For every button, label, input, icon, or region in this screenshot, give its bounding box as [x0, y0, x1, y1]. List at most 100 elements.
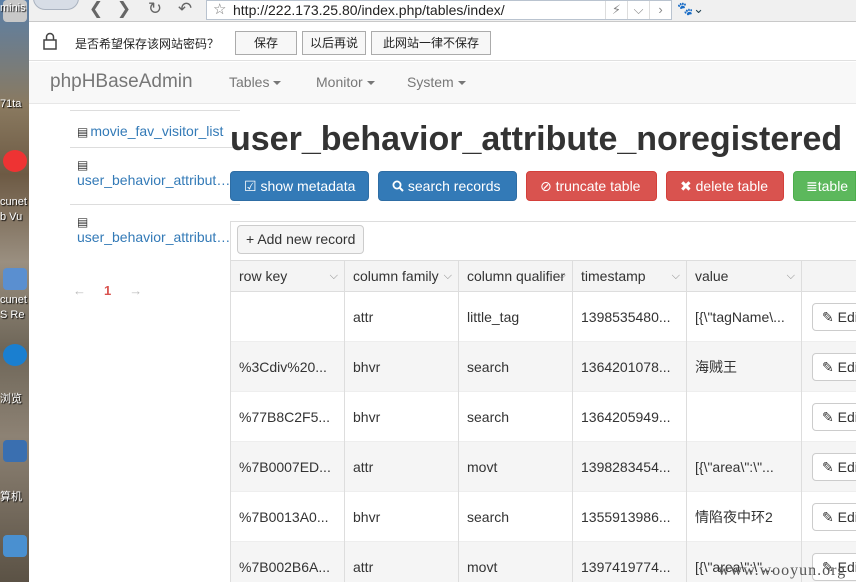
search-engine-icon[interactable]: 🐾⌄ [677, 1, 707, 19]
table-icon: ▤ [77, 215, 89, 229]
save-password-prompt: 是否希望保存该网站密码？ [75, 37, 220, 51]
later-button[interactable]: 以后再说 [302, 31, 366, 55]
forward-icon[interactable]: ❯ [113, 0, 135, 20]
table-link[interactable]: movie_fav_visitor_list [90, 123, 223, 139]
truncate-table-button[interactable]: ⊘ truncate table [526, 171, 657, 201]
desktop-background: minis 71ta cunet b Vu cunet S Re 浏览 算机 [0, 0, 29, 582]
computer-icon[interactable] [3, 440, 27, 462]
cell-family: attr [345, 542, 459, 582]
star-icon[interactable]: ☆ [213, 1, 226, 19]
desktop-label: 浏览 [0, 393, 22, 405]
header-row-key[interactable]: row key ⌵ [231, 261, 345, 292]
app-navbar: phpHBaseAdmin Tables Monitor System [29, 62, 856, 104]
table-icon: ▤ [77, 125, 89, 139]
cell-timestamp: 1397419774... [573, 542, 687, 582]
header-value[interactable]: value ⌵ [687, 261, 802, 292]
table-link[interactable]: user_behavior_attribute_registered [77, 229, 237, 245]
cell-row-key: %7B002B6A... [231, 542, 345, 582]
search-records-button[interactable]: search records [378, 171, 517, 201]
url-tools: ⚡ ⌵ › [605, 1, 671, 19]
show-metadata-button[interactable]: ☑ show metadata [230, 171, 369, 201]
cell-timestamp: 1398535480... [573, 292, 687, 342]
header-timestamp[interactable]: timestamp ⌵ [573, 261, 687, 292]
desktop-label: S Re [0, 309, 25, 321]
cell-timestamp: 1355913986... [573, 492, 687, 542]
header-actions [802, 261, 856, 292]
cell-timestamp: 1364205949... [573, 392, 687, 442]
back-icon[interactable]: ❮ [85, 0, 107, 20]
lightning-icon[interactable]: ⚡ [605, 1, 627, 19]
desktop-label: cunet [0, 294, 27, 306]
table-row[interactable]: %3Cdiv%20... bhvr search 1364201078... 海… [231, 342, 856, 392]
table-more-button[interactable]: ≣table [793, 171, 856, 201]
edit-button[interactable]: ✎ Edit [812, 403, 856, 431]
cell-family: attr [345, 442, 459, 492]
sort-dropdown-icon: ⌵ [443, 270, 452, 282]
sort-dropdown-icon: ⌵ [329, 270, 338, 282]
address-toolbar: ❮ ❯ ↻ ↶ ☆ http://222.173.25.80/index.php… [29, 0, 856, 22]
delete-table-button[interactable]: ✖ delete table [666, 171, 784, 201]
table-link[interactable]: user_behavior_attribute_noregistered [77, 172, 237, 188]
browser-icon[interactable] [3, 344, 27, 366]
cell-timestamp: 1398283454... [573, 442, 687, 492]
table-row[interactable]: %77B8C2F5... bhvr search 1364205949... ✎… [231, 392, 856, 442]
header-column-qualifier[interactable]: column qualifier ⌵ [459, 261, 573, 292]
edit-button[interactable]: ✎ Edit [812, 453, 856, 481]
cell-qualifier: movt [459, 542, 573, 582]
browser-window: ❮ ❯ ↻ ↶ ☆ http://222.173.25.80/index.php… [29, 0, 856, 582]
sort-dropdown-icon: ⌵ [671, 270, 680, 282]
browser-logo-icon[interactable] [33, 0, 79, 10]
cell-family: bhvr [345, 492, 459, 542]
save-password-bar: 是否希望保存该网站密码？ 保存 以后再说 此网站一律不保存 [29, 23, 856, 61]
table-row[interactable]: %7B0013A0... bhvr search 1355913986... 情… [231, 492, 856, 542]
url-input[interactable]: ☆ http://222.173.25.80/index.php/tables/… [206, 0, 672, 20]
never-save-button[interactable]: 此网站一律不保存 [371, 31, 491, 55]
undo-icon[interactable]: ↶ [174, 0, 196, 20]
search-icon [392, 178, 408, 194]
next-page-link[interactable]: → [129, 283, 142, 298]
lock-icon [41, 32, 59, 50]
table-list-item[interactable]: ▤ movie_fav_visitor_list [70, 110, 240, 148]
sort-dropdown-icon: ⌵ [786, 270, 795, 282]
refresh-icon[interactable]: ↻ [144, 0, 166, 20]
cell-row-key: %77B8C2F5... [231, 392, 345, 442]
list-icon: ≣ [806, 178, 818, 194]
desktop-label: 71ta [0, 98, 22, 110]
header-column-family[interactable]: column family ⌵ [345, 261, 459, 292]
prev-page-link[interactable]: ← [73, 283, 86, 298]
cell-qualifier: search [459, 342, 573, 392]
table-header: row key ⌵ column family ⌵ column qualifier… [231, 260, 856, 292]
page-link-current[interactable]: 1 [104, 283, 111, 298]
cell-row-key: %3Cdiv%20... [231, 342, 345, 392]
check-square-icon: ☑ [244, 178, 257, 194]
brand-link[interactable]: phpHBaseAdmin [50, 71, 193, 93]
dropdown-icon[interactable]: ⌵ [627, 1, 649, 19]
system-menu[interactable]: System [407, 74, 466, 90]
edit-button[interactable]: ✎ Edit [812, 503, 856, 531]
cell-row-key: %7B0013A0... [231, 492, 345, 542]
next-icon[interactable]: › [649, 1, 671, 19]
cell-value [687, 392, 802, 442]
table-row[interactable]: attr little_tag 1398535480... [{\"tagNam… [231, 292, 856, 342]
app-icon[interactable] [3, 268, 27, 290]
desktop-label: minis [0, 2, 26, 14]
table-row[interactable]: %7B0007ED... attr movt 1398283454... [{\… [231, 442, 856, 492]
desktop-label: b Vu [0, 211, 23, 223]
cell-qualifier: search [459, 392, 573, 442]
table-list-item[interactable]: ▤ user_behavior_attribute_registered [70, 205, 240, 262]
table-list-item[interactable]: ▤ user_behavior_attribute_noregistered [70, 148, 240, 205]
table-icon: ▤ [77, 158, 89, 172]
tables-menu[interactable]: Tables [229, 74, 282, 90]
cell-family: attr [345, 292, 459, 342]
ban-icon: ⊘ [540, 178, 552, 194]
edit-button[interactable]: ✎ Edit [812, 303, 856, 331]
app-icon[interactable] [3, 150, 27, 172]
monitor-menu[interactable]: Monitor [316, 74, 375, 90]
cell-row-key [231, 292, 345, 342]
save-password-button[interactable]: 保存 [235, 31, 297, 55]
url-text: http://222.173.25.80/index.php/tables/in… [233, 2, 505, 18]
add-record-button[interactable]: + Add new record [237, 225, 365, 254]
edit-button[interactable]: ✎ Edit [812, 353, 856, 381]
app-icon[interactable] [3, 535, 27, 557]
pencil-icon: ✎ [822, 459, 834, 475]
